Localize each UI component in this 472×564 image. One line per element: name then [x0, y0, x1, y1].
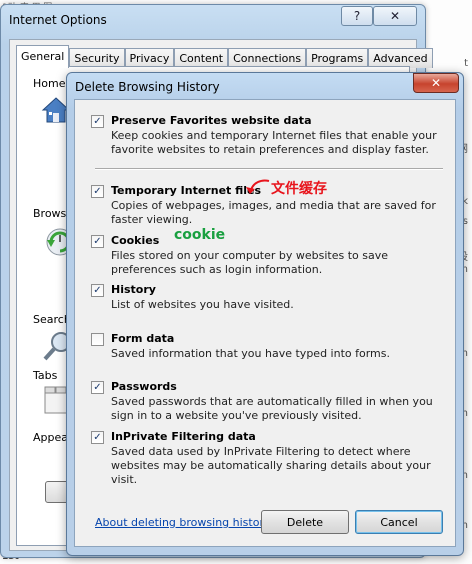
check-mark-icon: ✓ — [93, 236, 102, 247]
check-mark-icon: ✓ — [93, 285, 102, 296]
check-mark-icon: ✓ — [93, 432, 102, 443]
tab-strip: General Security Privacy Content Connect… — [16, 45, 433, 68]
tabs-label: Tabs — [33, 369, 58, 382]
option-description: List of websites you have visited. — [111, 298, 294, 311]
check-mark-icon: ✓ — [93, 382, 102, 393]
cancel-button-label: Cancel — [380, 515, 418, 529]
annotation-file-cache: 文件缓存 — [271, 181, 327, 197]
checkbox-form-data[interactable] — [91, 333, 104, 346]
checkbox-inprivate-filtering[interactable]: ✓ — [91, 431, 104, 444]
background-side-text: t — [464, 58, 468, 69]
option-label[interactable]: History — [111, 283, 156, 296]
option-label[interactable]: Form data — [111, 332, 174, 345]
tab-connections[interactable]: Connections — [228, 48, 307, 68]
dialog-close-button[interactable]: ✕ — [413, 73, 459, 93]
annotation-cookie: cookie — [174, 227, 226, 243]
option-label[interactable]: Cookies — [111, 234, 159, 247]
tab-security[interactable]: Security — [69, 48, 125, 68]
close-button[interactable]: ✕ — [373, 6, 417, 26]
delete-button[interactable]: Delete — [261, 510, 349, 534]
cancel-button[interactable]: Cancel — [355, 510, 443, 534]
checkbox-passwords[interactable]: ✓ — [91, 381, 104, 394]
annotation-arrow-icon — [246, 179, 270, 194]
separator — [95, 168, 443, 170]
option-label[interactable]: Preserve Favorites website data — [111, 114, 312, 127]
option-label[interactable]: InPrivate Filtering data — [111, 430, 256, 443]
option-label[interactable]: Temporary Internet files — [111, 184, 261, 197]
dialog-title: Delete Browsing History — [75, 80, 220, 94]
option-description: Copies of webpages, images, and media th… — [111, 199, 436, 226]
option-description: Saved information that you have typed in… — [111, 347, 390, 360]
help-icon: ? — [353, 9, 361, 23]
close-icon: ✕ — [430, 76, 442, 90]
checkbox-cookies[interactable]: ✓ — [91, 235, 104, 248]
tab-programs[interactable]: Programs — [306, 48, 369, 68]
browsing-history-label: Browsi — [33, 207, 70, 220]
delete-browsing-history-dialog: Delete Browsing History ✕ ✓ Preserve Fav… — [66, 72, 464, 556]
check-mark-icon: ✓ — [93, 116, 102, 127]
help-button[interactable]: ? — [341, 6, 373, 26]
tab-content[interactable]: Content — [174, 48, 229, 68]
check-mark-icon: ✓ — [93, 186, 102, 197]
about-deleting-history-link[interactable]: About deleting browsing history — [95, 516, 270, 529]
dialog-body: ✓ Preserve Favorites website data Keep c… — [74, 99, 456, 547]
option-description: Files stored on your computer by website… — [111, 249, 389, 276]
checkbox-preserve-favorites[interactable]: ✓ — [91, 115, 104, 128]
checkbox-history[interactable]: ✓ — [91, 284, 104, 297]
delete-button-label: Delete — [286, 515, 324, 529]
option-label[interactable]: Passwords — [111, 380, 177, 393]
option-description: Keep cookies and temporary Internet file… — [111, 129, 437, 156]
tab-advanced[interactable]: Advanced — [368, 48, 433, 68]
window-title: Internet Options — [9, 13, 107, 27]
option-description: Saved data used by InPrivate Filtering t… — [111, 445, 431, 486]
tab-privacy[interactable]: Privacy — [124, 48, 175, 68]
checkbox-temporary-internet-files[interactable]: ✓ — [91, 185, 104, 198]
tab-general[interactable]: General — [16, 45, 70, 68]
close-icon: ✕ — [389, 9, 401, 23]
appearance-label: Appea — [33, 431, 68, 444]
option-description: Saved passwords that are automatically f… — [111, 395, 433, 422]
